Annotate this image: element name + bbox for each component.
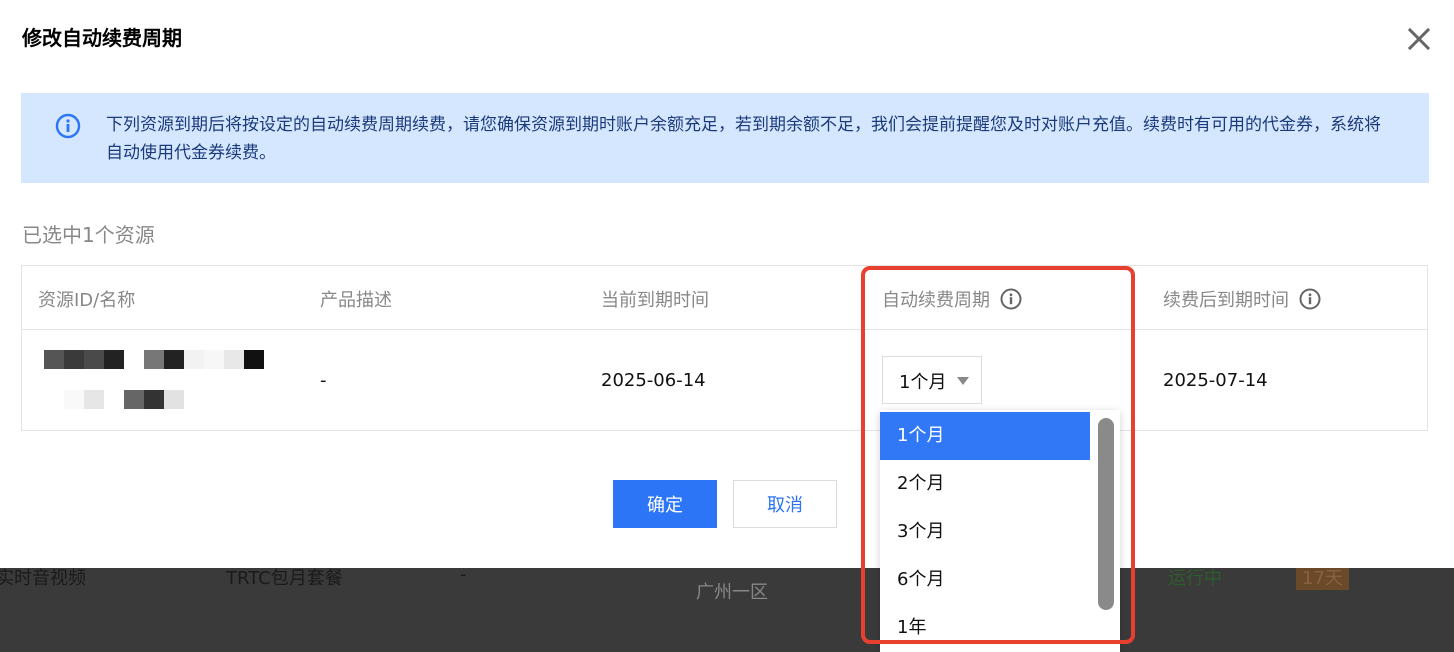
- close-icon: [1407, 27, 1431, 51]
- dropdown-scrollbar[interactable]: [1098, 418, 1114, 610]
- info-icon[interactable]: [1299, 288, 1321, 310]
- header-new-expiry: 续费后到期时间: [1163, 286, 1321, 312]
- renew-period-select[interactable]: 1个月: [882, 356, 982, 404]
- bg-region: 广州一区: [696, 582, 768, 603]
- cancel-button[interactable]: 取消: [733, 480, 837, 528]
- renew-period-select-value: 1个月: [899, 372, 947, 393]
- product-description: -: [320, 370, 327, 391]
- close-button[interactable]: [1404, 24, 1434, 54]
- redacted-resource-id: [44, 350, 274, 410]
- notice-text: 下列资源到期后将按设定的自动续费周期续费，请您确保资源到期时账户余额充足，若到期…: [106, 115, 1381, 163]
- header-new-expiry-label: 续费后到期时间: [1163, 290, 1289, 311]
- resource-table: 资源ID/名称 产品描述 当前到期时间 自动续费周期 续费后到期时间 - 202…: [21, 265, 1428, 431]
- header-product: 产品描述: [320, 286, 392, 312]
- renewal-period-dialog: 修改自动续费周期 下列资源到期后将按设定的自动续费周期续费，请您确保资源到期时账…: [0, 0, 1454, 568]
- notice-banner: 下列资源到期后将按设定的自动续费周期续费，请您确保资源到期时账户余额充足，若到期…: [21, 93, 1429, 183]
- info-icon[interactable]: [1000, 288, 1022, 310]
- dropdown-option-6-months[interactable]: 6个月: [880, 556, 1090, 604]
- header-renew-period-label: 自动续费周期: [882, 290, 990, 311]
- header-product-label: 产品描述: [320, 290, 392, 311]
- current-expiry-date: 2025-06-14: [601, 370, 706, 391]
- renew-period-dropdown: 1个月 2个月 3个月 6个月 1年: [880, 410, 1120, 652]
- table-header: 资源ID/名称 产品描述 当前到期时间 自动续费周期 续费后到期时间: [22, 266, 1427, 330]
- dropdown-option-2-months[interactable]: 2个月: [880, 460, 1090, 508]
- header-resource-label: 资源ID/名称: [38, 290, 136, 311]
- header-renew-period: 自动续费周期: [882, 286, 1022, 312]
- dropdown-option-3-months[interactable]: 3个月: [880, 508, 1090, 556]
- confirm-button[interactable]: 确定: [613, 480, 717, 528]
- header-resource: 资源ID/名称: [38, 286, 135, 312]
- dialog-title: 修改自动续费周期: [22, 26, 182, 50]
- page: 实时音视频 TRTC包月套餐 - 运行中 17天 广州一区 修改自动续费周期 下…: [0, 0, 1454, 652]
- dropdown-option-1-month[interactable]: 1个月: [880, 412, 1090, 460]
- caret-down-icon: [957, 377, 969, 385]
- header-current-expiry: 当前到期时间: [601, 286, 709, 312]
- info-icon: [55, 113, 81, 139]
- new-expiry-date: 2025-07-14: [1163, 370, 1268, 391]
- header-current-expiry-label: 当前到期时间: [601, 290, 709, 311]
- selected-count: 已选中1个资源: [22, 223, 155, 247]
- dropdown-option-1-year[interactable]: 1年: [880, 604, 1090, 652]
